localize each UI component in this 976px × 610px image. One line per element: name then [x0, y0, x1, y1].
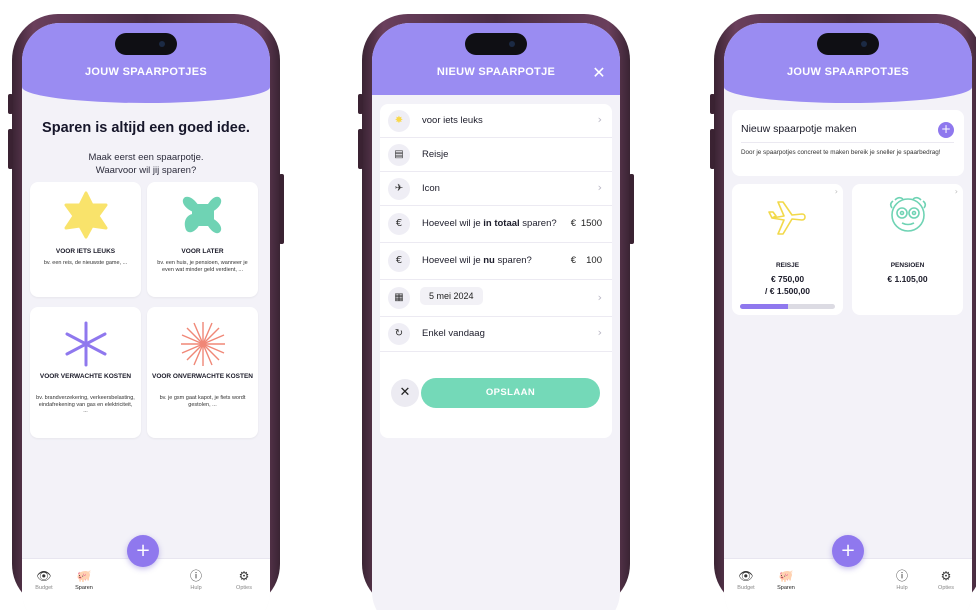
euro-icon: € — [388, 213, 410, 235]
star-icon: ✸ — [388, 110, 410, 132]
pot-amount: € 1.105,00 — [887, 274, 928, 284]
category-card-unexpected[interactable]: VOOR ONVERWACHTE KOSTEN bv. je gsm gaat … — [147, 307, 258, 438]
calendar-icon: ▦ — [388, 287, 410, 309]
new-pot-card[interactable]: Nieuw spaarpotje maken + Door je spaarpo… — [732, 110, 964, 176]
tab-sparen[interactable]: 🐖 Sparen — [768, 567, 804, 591]
category-label: VOOR ONVERWACHTE KOSTEN — [151, 373, 253, 380]
new-pot-desc: Door je spaarpotjes concreet te maken be… — [741, 149, 941, 156]
header-title: NIEUW SPAARPOTJE — [436, 66, 556, 78]
tab-hulp[interactable]: ⓘ Hulp — [178, 567, 214, 591]
tab-sparen[interactable]: 🐖 Sparen — [66, 567, 102, 591]
total-amount-field[interactable]: € Hoeveel wil je in totaal sparen? € 150… — [380, 206, 612, 243]
page-title: Sparen is altijd een goed idee. — [42, 120, 250, 136]
chevron-right-icon: › — [597, 113, 602, 126]
tab-opties[interactable]: ⚙ Opties — [226, 567, 262, 591]
category-desc: bv. brandverzekering, verkeersbelasting,… — [36, 395, 135, 415]
chevron-right-icon: › — [834, 187, 838, 196]
progress-fill — [740, 304, 788, 309]
eye-icon: 👁 — [36, 569, 52, 583]
gear-icon: ⚙ — [940, 569, 952, 583]
now-amount-value: 100 — [586, 255, 602, 266]
piggy-bank-icon: 🐖 — [778, 569, 794, 583]
save-button[interactable]: OPSLAAN — [421, 378, 600, 408]
camera-notch — [115, 33, 177, 55]
category-card-expected[interactable]: VOOR VERWACHTE KOSTEN bv. brandverzekeri… — [30, 307, 141, 438]
header-title: JOUW SPAARPOTJES — [85, 66, 207, 78]
repeat-row[interactable]: ↻ Enkel vandaag › — [380, 317, 612, 352]
category-label: VOOR IETS LEUKS — [55, 248, 116, 255]
pot-card-reisje[interactable]: › REISJE € 750,00 / € 1.500,00 — [732, 184, 843, 315]
add-pot-button[interactable]: + — [938, 122, 954, 138]
airplane-icon — [732, 196, 843, 240]
tab-hulp[interactable]: ⓘ Hulp — [884, 567, 920, 591]
new-pot-form: ✸ voor iets leuks › ▤ Reisje ✈ Icon › € … — [380, 104, 612, 438]
clover-shape-icon — [147, 190, 258, 240]
chevron-right-icon: › — [597, 291, 602, 304]
note-icon: ▤ — [388, 144, 410, 166]
category-card-later[interactable]: VOOR LATER bv. een huis, je pensioen, wa… — [147, 182, 258, 297]
category-card-fun[interactable]: VOOR IETS LEUKS bv. een reis, de nieuwst… — [30, 182, 141, 297]
add-button[interactable]: + — [127, 535, 159, 567]
tab-budget[interactable]: 👁 Budget — [728, 567, 764, 591]
piggy-bank-icon: 🐖 — [76, 569, 92, 583]
tab-budget[interactable]: 👁 Budget — [26, 567, 62, 591]
category-label: VOOR VERWACHTE KOSTEN — [39, 373, 132, 380]
screen-overview-pots: JOUW SPAARPOTJES Nieuw spaarpotje maken … — [724, 23, 972, 610]
gear-icon: ⚙ — [238, 569, 250, 583]
pot-target: / € 1.500,00 — [765, 286, 810, 296]
asterisk-shape-icon — [30, 319, 141, 369]
pot-amount: € 750,00 — [770, 274, 805, 284]
star-shape-icon — [30, 190, 141, 240]
close-icon[interactable]: ✕ — [592, 63, 606, 83]
screen-overview-empty: JOUW SPAARPOTJES Sparen is altijd een go… — [22, 23, 270, 610]
category-desc: bv. je gsm gaat kapot, je fiets wordt ge… — [159, 395, 246, 408]
divider — [741, 142, 954, 143]
tab-opties[interactable]: ⚙ Opties — [928, 567, 964, 591]
category-row[interactable]: ✸ voor iets leuks › — [380, 104, 612, 138]
airplane-icon: ✈ — [388, 178, 410, 200]
chevron-right-icon: › — [597, 181, 602, 194]
date-row[interactable]: ▦ 5 mei 2024 › — [380, 280, 612, 317]
help-icon: ⓘ — [189, 569, 202, 583]
camera-notch — [817, 33, 879, 55]
header-title: JOUW SPAARPOTJES — [787, 66, 909, 78]
category-desc: bv. een reis, de nieuwste game, ... — [43, 260, 128, 266]
eye-icon: 👁 — [738, 569, 754, 583]
category-desc: bv. een huis, je pensioen, wanneer je ev… — [157, 260, 248, 273]
new-pot-title: Nieuw spaarpotje maken — [741, 123, 857, 135]
phone-frame-1: JOUW SPAARPOTJES Sparen is altijd een go… — [8, 14, 284, 610]
page-subtitle: Maak eerst een spaarpotje. Waarvoor wil … — [88, 152, 204, 176]
phone-frame-3: JOUW SPAARPOTJES Nieuw spaarpotje maken … — [710, 14, 976, 610]
total-amount-value: 1500 — [580, 218, 602, 229]
now-amount-field[interactable]: € Hoeveel wil je nu sparen? € 100 — [380, 243, 612, 280]
icon-row[interactable]: ✈ Icon › — [380, 172, 612, 206]
chevron-right-icon: › — [597, 326, 602, 339]
app-mockups: JOUW SPAARPOTJES Sparen is altijd een go… — [0, 0, 976, 610]
camera-notch — [465, 33, 527, 55]
name-field[interactable]: ▤ Reisje — [380, 138, 612, 172]
progress-bar — [740, 304, 835, 309]
old-face-icon — [852, 192, 963, 238]
date-value[interactable]: 5 mei 2024 — [420, 287, 483, 305]
category-label: VOOR LATER — [181, 248, 224, 255]
help-icon: ⓘ — [895, 569, 908, 583]
euro-plus-icon: € — [388, 250, 410, 272]
screen-new-pot: NIEUW SPAARPOTJE ✕ ✸ voor iets leuks › ▤… — [372, 23, 620, 610]
repeat-icon: ↻ — [388, 323, 410, 345]
phone-frame-2: NIEUW SPAARPOTJE ✕ ✸ voor iets leuks › ▤… — [358, 14, 634, 610]
cancel-button[interactable]: ✕ — [391, 379, 419, 407]
add-button[interactable]: + — [832, 535, 864, 567]
burst-shape-icon — [147, 319, 258, 369]
pot-card-pensioen[interactable]: › PENSIOEN € 1.105,00 — [852, 184, 963, 315]
